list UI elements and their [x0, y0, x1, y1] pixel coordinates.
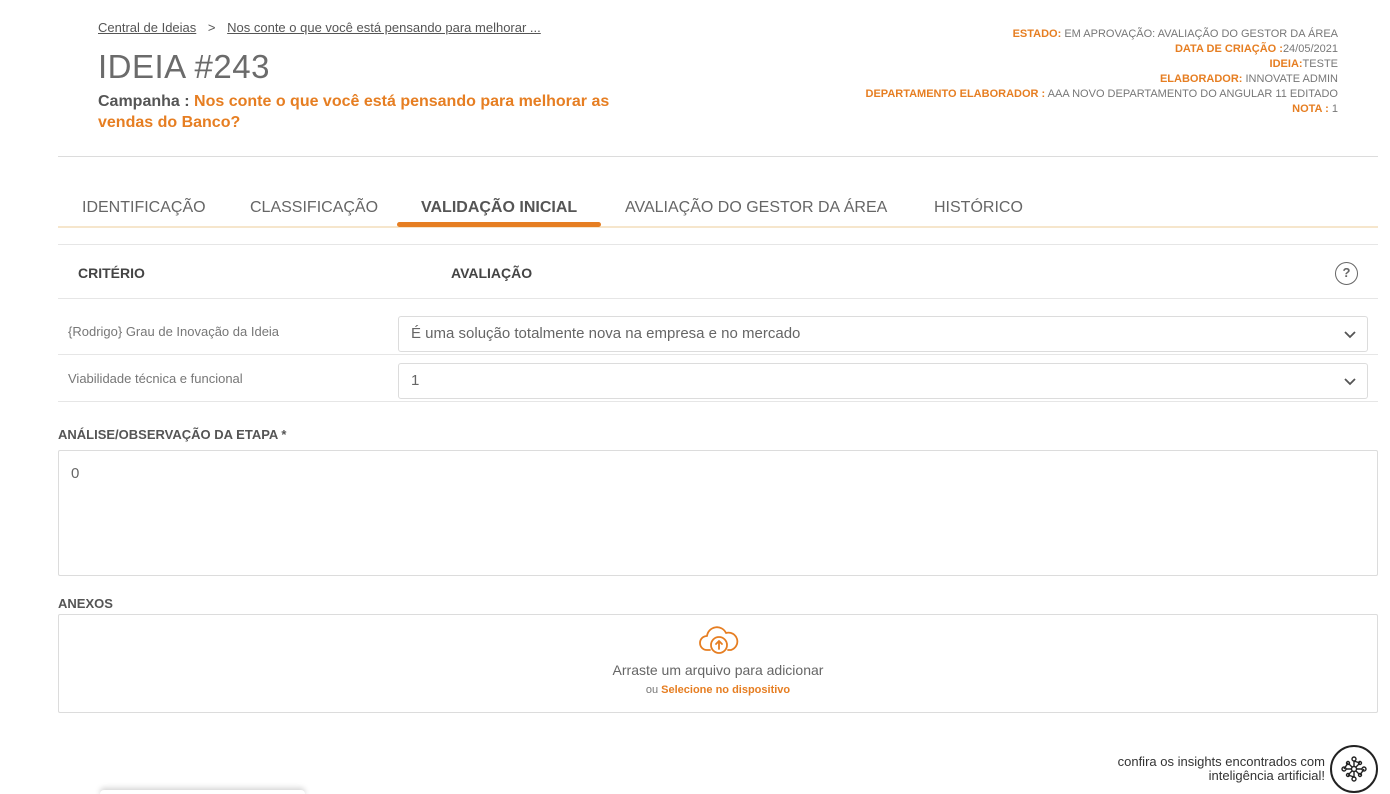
attachments-label: ANEXOS: [58, 596, 113, 611]
criterion-label: Viabilidade técnica e funcional: [68, 371, 243, 386]
meta-state: ESTADO: EM APROVAÇÃO: AVALIAÇÃO DO GESTO…: [1012, 28, 1338, 40]
analysis-textarea[interactable]: 0: [58, 450, 1378, 576]
breadcrumb: Central de Ideias > Nos conte o que você…: [98, 20, 541, 35]
bottom-panel-edge: [100, 790, 305, 794]
page-title: IDEIA #243: [98, 48, 270, 85]
select-value: 1: [411, 372, 420, 389]
tab-avaliacao-gestor[interactable]: AVALIAÇÃO DO GESTOR DA ÁREA: [625, 190, 887, 228]
breadcrumb-separator: >: [207, 20, 216, 35]
tab-identificacao[interactable]: IDENTIFICAÇÃO: [82, 190, 206, 228]
breadcrumb-current-link[interactable]: Nos conte o que você está pensando para …: [227, 20, 541, 35]
tab-classificacao[interactable]: CLASSIFICAÇÃO: [250, 190, 378, 228]
chevron-down-icon: [1344, 378, 1356, 386]
meta-idea: IDEIA:TESTE: [1269, 58, 1338, 70]
select-file-link[interactable]: Selecione no dispositivo: [661, 684, 790, 696]
campaign-label: Campanha :: [98, 93, 190, 110]
select-value: É uma solução totalmente nova na empresa…: [411, 325, 801, 342]
breadcrumb-root-link[interactable]: Central de Ideias: [98, 20, 196, 35]
chevron-down-icon: [1344, 331, 1356, 339]
evaluation-select[interactable]: É uma solução totalmente nova na empresa…: [398, 316, 1368, 352]
meta-grade: NOTA : 1: [1292, 103, 1338, 115]
tab-bar: IDENTIFICAÇÃO CLASSIFICAÇÃO VALIDAÇÃO IN…: [58, 190, 1378, 228]
meta-author: ELABORADOR: INNOVATE ADMIN: [1159, 73, 1338, 85]
criterion-label: {Rodrigo} Grau de Inovação da Ideia: [68, 324, 280, 339]
evaluation-select[interactable]: 1: [398, 363, 1368, 399]
ai-insights-line1: confira os insights encontrados com: [1117, 754, 1325, 769]
help-icon[interactable]: ?: [1335, 262, 1358, 285]
column-evaluation: AVALIAÇÃO: [451, 265, 533, 281]
header-divider: [58, 156, 1378, 157]
meta-created: DATA DE CRIAÇÃO :24/05/2021: [1174, 43, 1338, 55]
campaign-heading: Campanha : Nos conte o que você está pen…: [98, 91, 658, 133]
cloud-upload-icon: [699, 626, 739, 654]
ai-insights-button[interactable]: [1330, 745, 1378, 793]
dropzone-or: ou: [645, 684, 659, 696]
table-row: Viabilidade técnica e funcional 1: [58, 355, 1378, 402]
column-criterion: CRITÉRIO: [78, 265, 145, 281]
analysis-label: ANÁLISE/OBSERVAÇÃO DA ETAPA *: [58, 427, 287, 442]
tab-historico[interactable]: HISTÓRICO: [934, 190, 1023, 228]
ai-network-icon: [1341, 756, 1367, 782]
ai-insights-text: confira os insights encontrados com inte…: [1118, 755, 1325, 783]
active-tab-indicator: [397, 222, 601, 227]
criteria-table-header: CRITÉRIO AVALIAÇÃO ?: [58, 244, 1378, 299]
table-row: {Rodrigo} Grau de Inovação da Ideia É um…: [58, 308, 1378, 355]
ai-insights-line2: inteligência artificial!: [1208, 768, 1325, 783]
dropzone-text: Arraste um arquivo para adicionar: [612, 662, 824, 678]
dropzone-subtext: ou Selecione no dispositivo: [59, 684, 1377, 696]
attachments-dropzone[interactable]: Arraste um arquivo para adicionar ou Sel…: [58, 614, 1378, 713]
idea-metadata: ESTADO: EM APROVAÇÃO: AVALIAÇÃO DO GESTO…: [866, 27, 1338, 117]
meta-department: DEPARTAMENTO ELABORADOR : AAA NOVO DEPAR…: [865, 88, 1338, 100]
